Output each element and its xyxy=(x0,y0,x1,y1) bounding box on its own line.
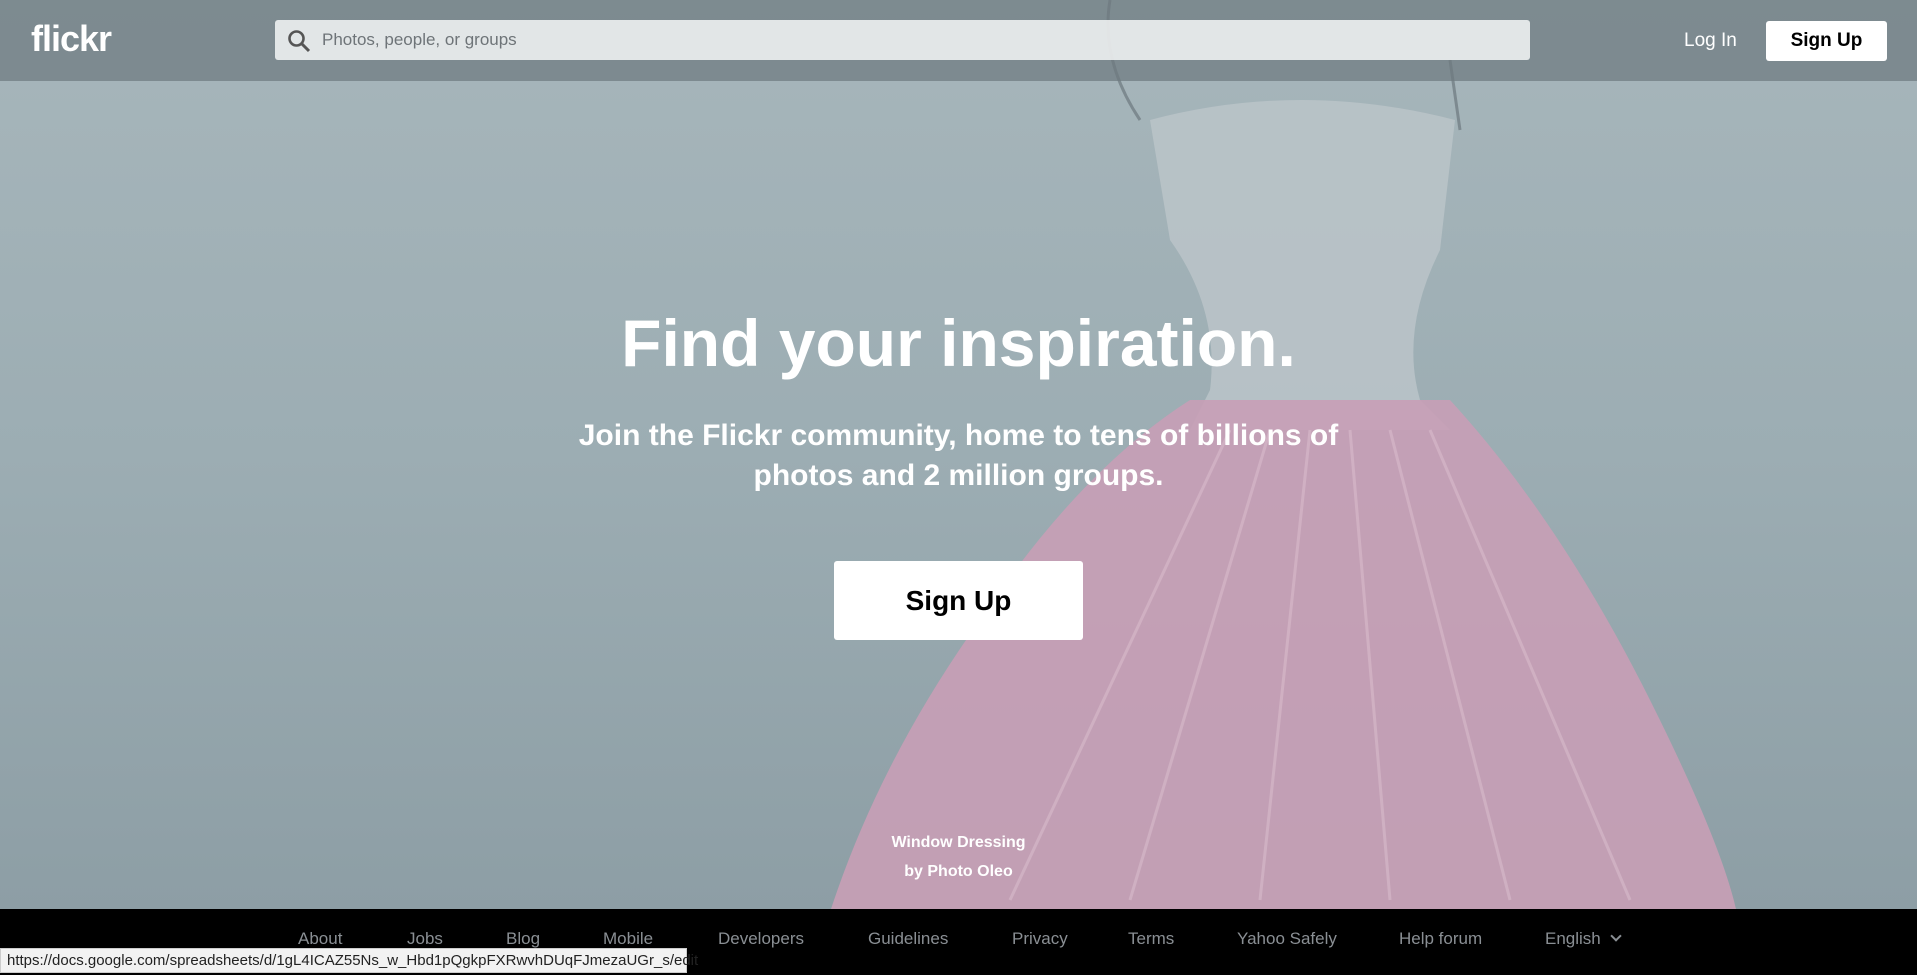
footer-link-help-forum[interactable]: Help forum xyxy=(1399,929,1482,949)
browser-status-bar: https://docs.google.com/spreadsheets/d/1… xyxy=(0,948,698,973)
hero-subtitle-line2: photos and 2 million groups. xyxy=(753,459,1164,492)
flickr-logo[interactable]: flickr xyxy=(31,18,112,60)
hero-subtitle-line1: Join the Flickr community, home to tens … xyxy=(578,419,1339,452)
footer-link-about[interactable]: About xyxy=(298,929,342,949)
language-label: English xyxy=(1545,929,1601,948)
footer-link-mobile[interactable]: Mobile xyxy=(603,929,653,949)
footer-link-guidelines[interactable]: Guidelines xyxy=(868,929,948,949)
signup-button-header[interactable]: Sign Up xyxy=(1766,21,1887,61)
footer-link-developers[interactable]: Developers xyxy=(718,929,804,949)
login-link[interactable]: Log In xyxy=(1684,30,1737,52)
footer-link-jobs[interactable]: Jobs xyxy=(407,929,443,949)
footer-link-blog[interactable]: Blog xyxy=(506,929,540,949)
photo-author-link[interactable]: by Photo Oleo xyxy=(0,863,1917,881)
search-icon xyxy=(288,30,311,53)
photo-title-link[interactable]: Window Dressing xyxy=(0,834,1917,852)
search-input[interactable] xyxy=(322,20,1512,60)
footer-link-terms[interactable]: Terms xyxy=(1128,929,1174,949)
footer-link-yahoo-safely[interactable]: Yahoo Safely xyxy=(1237,929,1337,949)
search-bar[interactable] xyxy=(275,20,1530,60)
footer-link-privacy[interactable]: Privacy xyxy=(1012,929,1068,949)
language-selector[interactable]: English xyxy=(1545,929,1622,949)
hero-title: Find your inspiration. xyxy=(621,306,1296,380)
signup-button-hero[interactable]: Sign Up xyxy=(834,561,1083,640)
hero-subtitle: Join the Flickr community, home to tens … xyxy=(0,416,1917,496)
top-nav: flickr Log In Sign Up xyxy=(0,0,1917,81)
chevron-down-icon xyxy=(1609,930,1622,942)
